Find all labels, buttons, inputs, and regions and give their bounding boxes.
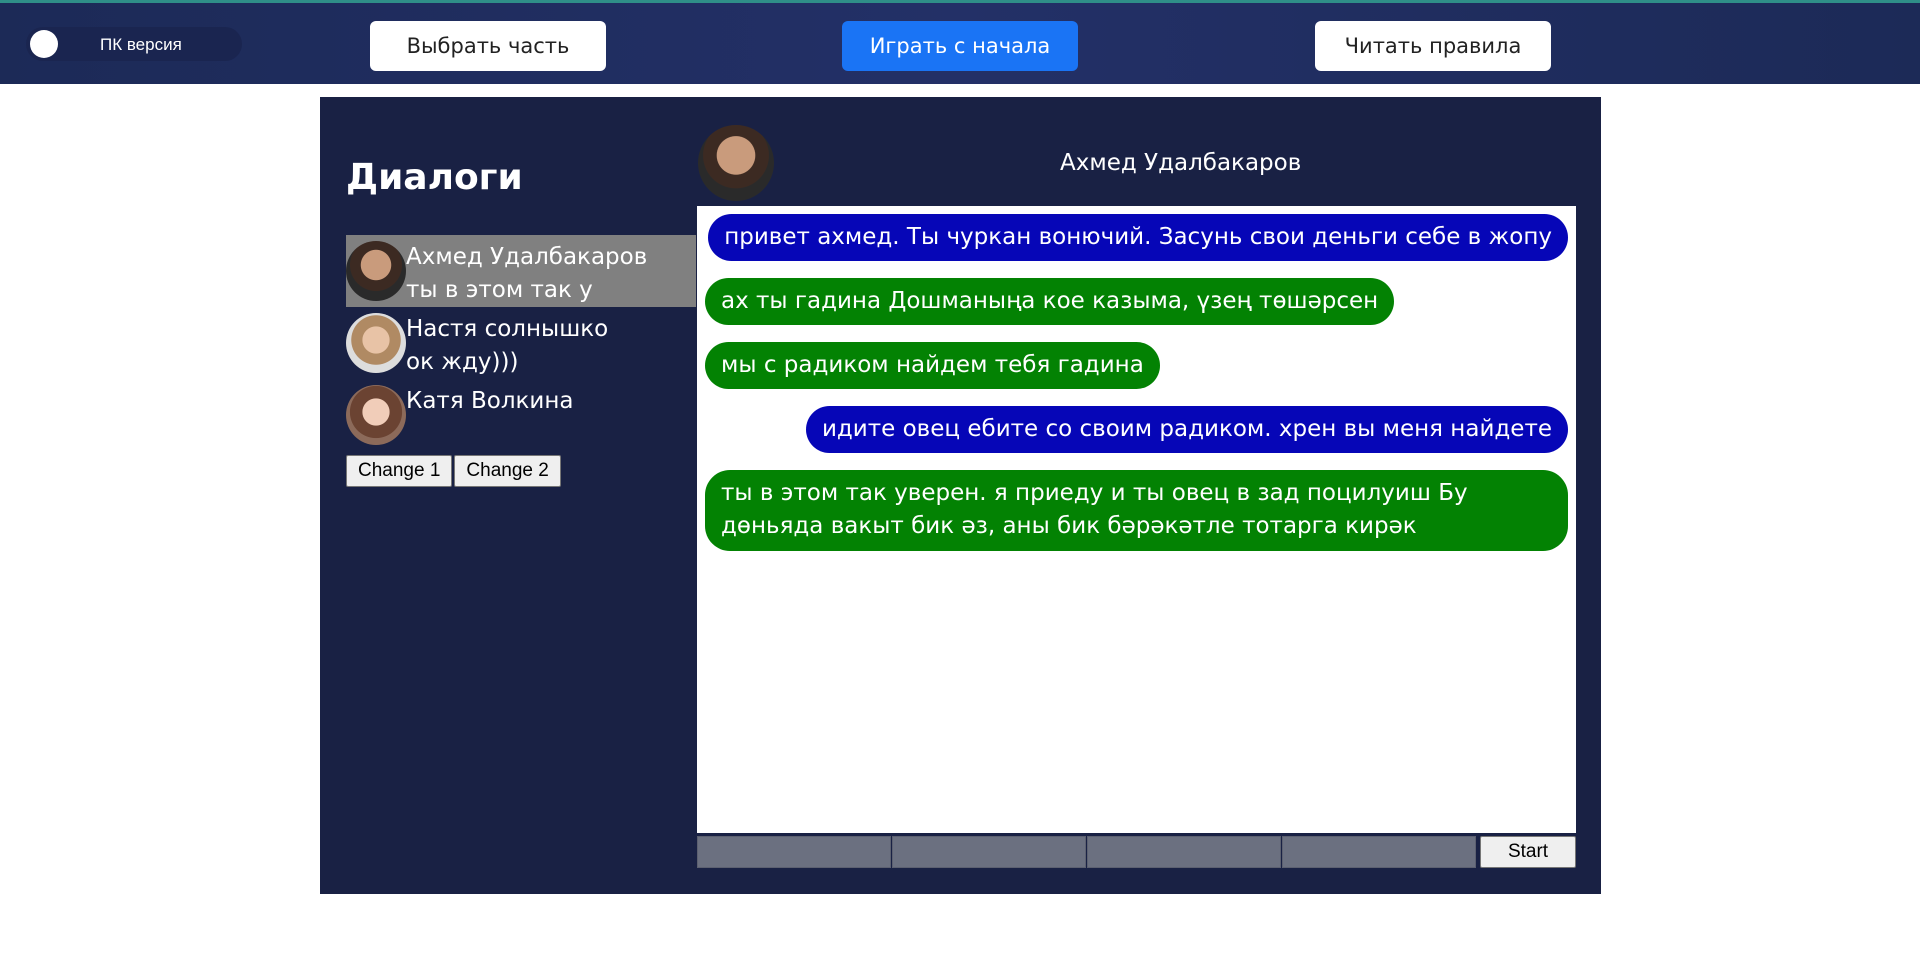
answer-option-1[interactable] xyxy=(697,836,891,868)
dialog-name: Катя Волкина xyxy=(406,388,574,414)
dialog-text: Ахмед Удалбакаров ты в этом так у xyxy=(406,235,647,307)
dialog-item-nastya[interactable]: Настя солнышко ок жду))) xyxy=(346,307,696,379)
choose-part-button[interactable]: Выбрать часть xyxy=(370,21,606,71)
dialog-preview: ок жду))) xyxy=(406,349,519,375)
change-1-button[interactable]: Change 1 xyxy=(346,455,453,487)
dialog-text: Катя Волкина xyxy=(406,379,574,418)
dialogs-title: Диалоги xyxy=(346,157,523,198)
message-incoming: ах ты гадина Дошманыңа кое казыма, үзең … xyxy=(705,278,1395,325)
answer-option-3[interactable] xyxy=(1087,836,1281,868)
dialog-list: Ахмед Удалбакаров ты в этом так у Настя … xyxy=(346,235,696,451)
dialog-name: Настя солнышко xyxy=(406,316,609,342)
change-2-button[interactable]: Change 2 xyxy=(454,455,561,487)
message-incoming: мы с радиком найдем тебя гадина xyxy=(705,342,1160,389)
dialog-item-katya[interactable]: Катя Волкина xyxy=(346,379,696,451)
toggle-knob xyxy=(30,30,58,58)
avatar xyxy=(346,385,406,445)
dialog-name: Ахмед Удалбакаров xyxy=(406,244,648,270)
pc-version-label: ПК версия xyxy=(100,35,182,54)
read-rules-button[interactable]: Читать правила xyxy=(1315,21,1551,71)
dialog-text: Настя солнышко ок жду))) xyxy=(406,307,608,379)
start-button[interactable]: Start xyxy=(1480,836,1576,868)
change-buttons: Change 1 Change 2 xyxy=(346,455,561,487)
message-incoming: ты в этом так уверен. я приеду и ты овец… xyxy=(705,470,1568,551)
answer-option-2[interactable] xyxy=(892,836,1086,868)
top-navigation-bar: ПК версия Выбрать часть Играть с начала … xyxy=(0,0,1920,84)
answer-option-4[interactable] xyxy=(1282,836,1476,868)
dialog-item-ahmed[interactable]: Ахмед Удалбакаров ты в этом так у xyxy=(346,235,696,307)
chat-contact-name: Ахмед Удалбакаров xyxy=(1060,150,1302,176)
messenger-game-panel: Диалоги Ахмед Удалбакаров ты в этом так … xyxy=(320,97,1601,894)
pc-version-toggle[interactable]: ПК версия xyxy=(26,27,242,61)
restart-game-button[interactable]: Играть с начала xyxy=(842,21,1078,71)
avatar xyxy=(346,313,406,373)
chat-contact-avatar xyxy=(698,125,774,201)
chat-messages-area[interactable]: привет ахмед. Ты чуркан вонючий. Засунь … xyxy=(697,206,1576,833)
answer-options-bar: Start xyxy=(697,836,1576,868)
avatar xyxy=(346,241,406,301)
message-outgoing: привет ахмед. Ты чуркан вонючий. Засунь … xyxy=(708,214,1568,261)
dialog-preview: ты в этом так у xyxy=(406,277,593,303)
message-outgoing: идите овец ебите со своим радиком. хрен … xyxy=(805,406,1568,453)
